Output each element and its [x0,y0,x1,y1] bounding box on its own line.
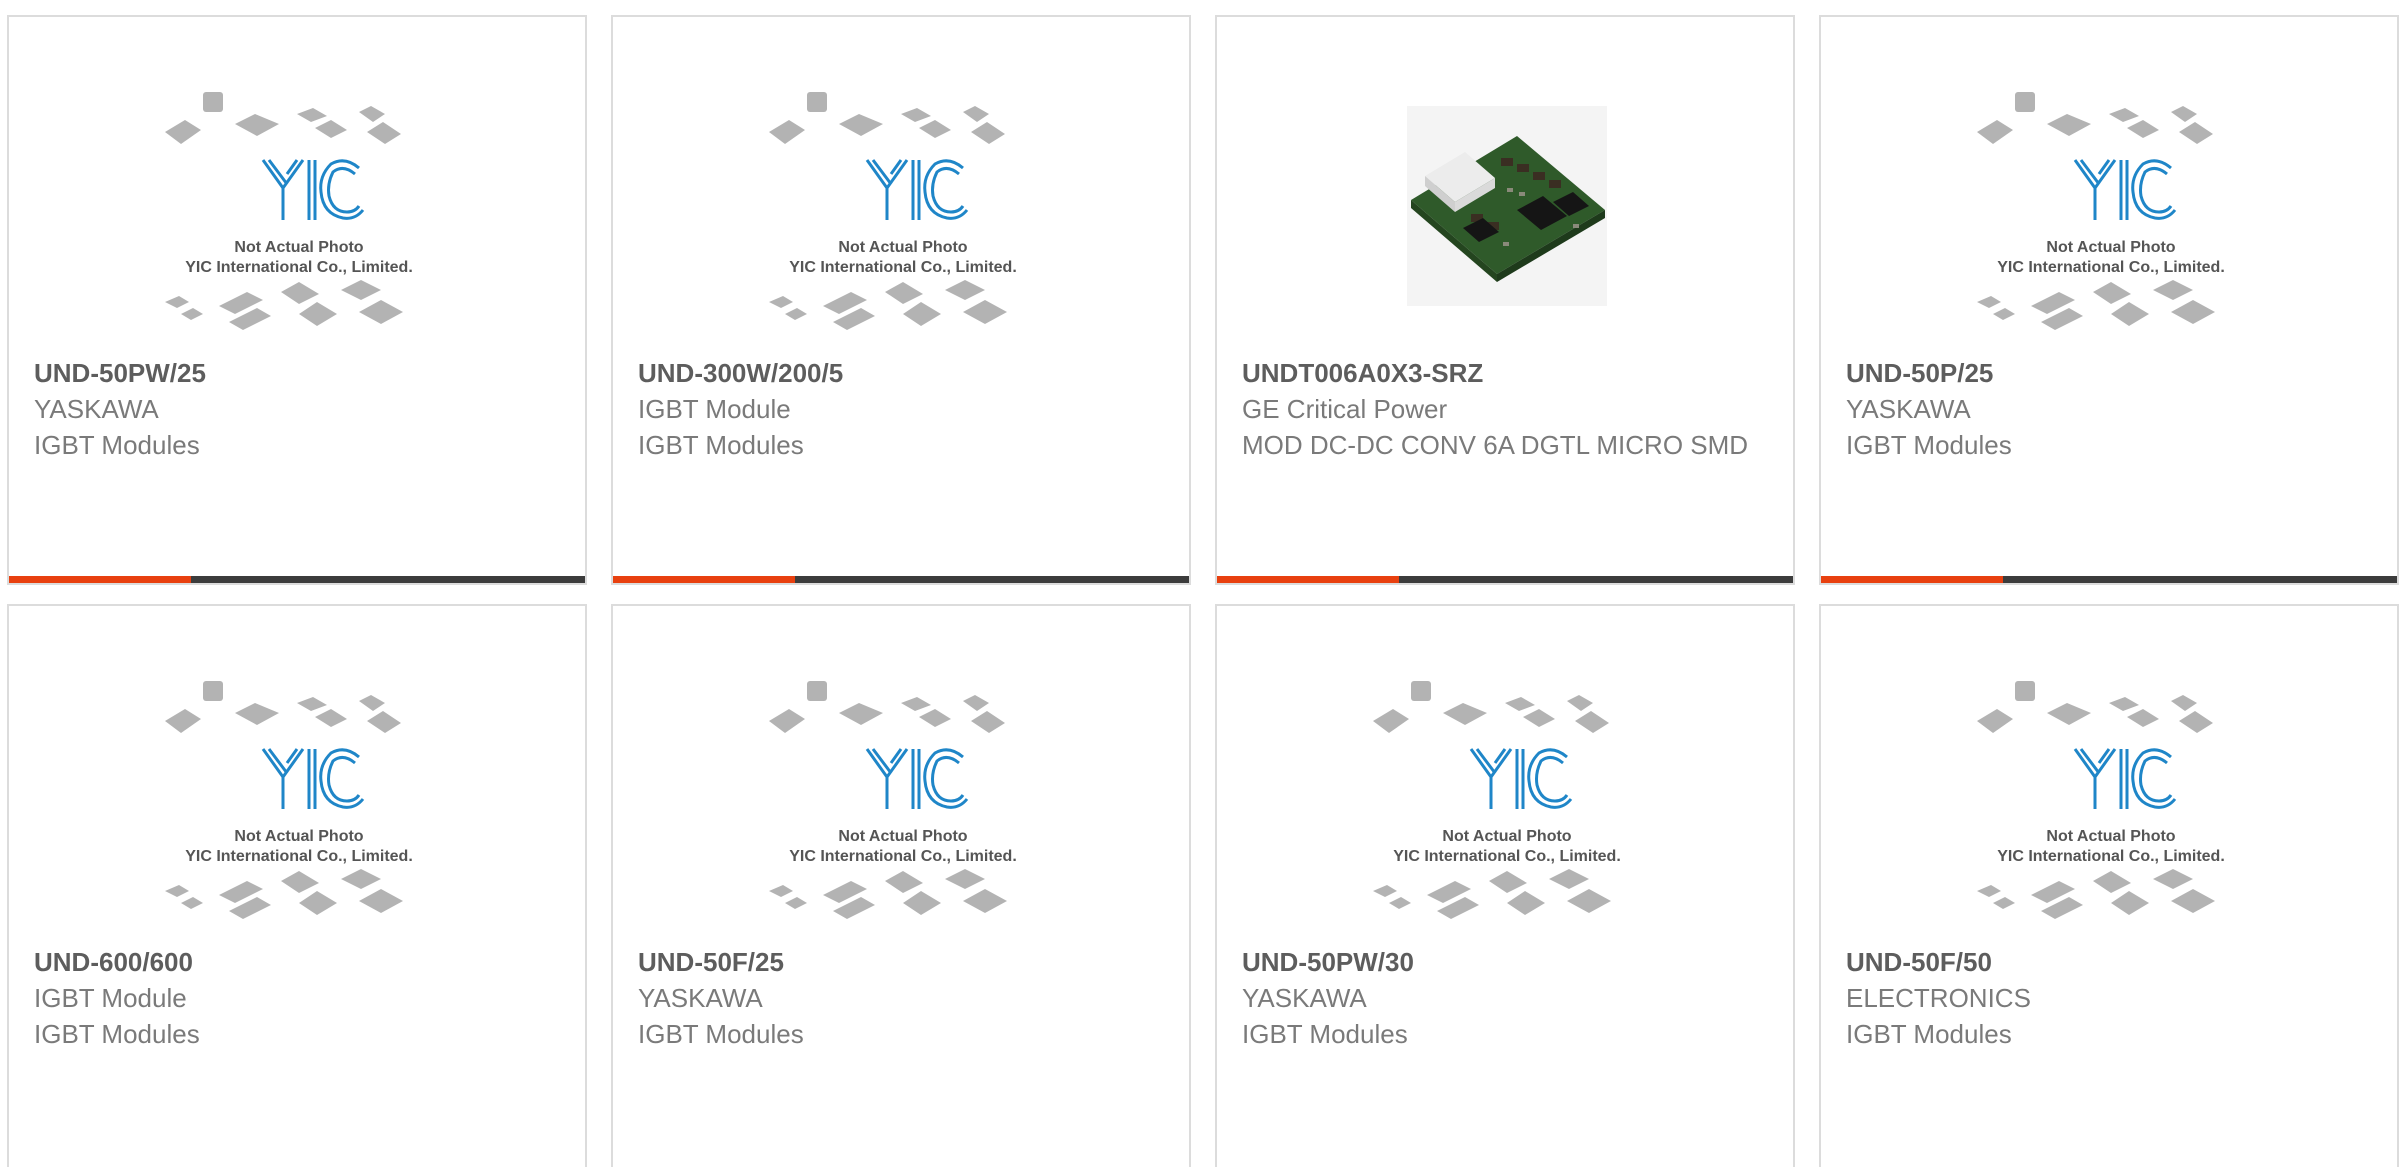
yic-placeholder-image: Not Actual Photo YIC International Co., … [1977,92,2225,330]
product-info: UND-50F/25 YASKAWA IGBT Modules [638,944,1169,1052]
placeholder-caption-line2: YIC International Co., Limited. [789,848,1017,865]
yic-placeholder-image: Not Actual Photo YIC International Co., … [769,92,1017,330]
product-image-placeholder[interactable]: Not Actual Photo YIC International Co., … [763,92,1043,332]
part-number-link[interactable]: UND-50P/25 [1846,355,2377,391]
placeholder-caption-line2: YIC International Co., Limited. [1393,848,1621,865]
description: IGBT Modules [638,430,804,460]
yic-placeholder-image: Not Actual Photo YIC International Co., … [165,92,413,330]
yic-placeholder-image: Not Actual Photo YIC International Co., … [1977,681,2225,919]
product-image-placeholder[interactable]: Not Actual Photo YIC International Co., … [159,681,439,921]
card-accent [613,576,795,583]
product-info: UND-50PW/30 YASKAWA IGBT Modules [1242,944,1773,1052]
part-number-link[interactable]: UND-50PW/25 [34,355,565,391]
product-info: UNDT006A0X3-SRZ GE Critical Power MOD DC… [1242,355,1773,463]
placeholder-caption-line1: Not Actual Photo [838,828,967,845]
product-info: UND-50PW/25 YASKAWA IGBT Modules [34,355,565,463]
product-image-placeholder[interactable]: Not Actual Photo YIC International Co., … [1971,681,2251,921]
product-image-placeholder[interactable]: Not Actual Photo YIC International Co., … [159,92,439,332]
description: IGBT Modules [34,430,200,460]
product-info: UND-50F/50 ELECTRONICS IGBT Modules [1846,944,2377,1052]
yic-placeholder-image: Not Actual Photo YIC International Co., … [769,681,1017,919]
manufacturer: GE Critical Power [1242,394,1448,424]
product-image[interactable] [1367,92,1647,332]
card-accent [1217,576,1399,583]
product-info: UND-300W/200/5 IGBT Module IGBT Modules [638,355,1169,463]
part-number-link[interactable]: UND-300W/200/5 [638,355,1169,391]
placeholder-caption-line2: YIC International Co., Limited. [185,259,413,276]
card-accent [1821,576,2003,583]
placeholder-caption-line1: Not Actual Photo [2046,828,2175,845]
part-number-link[interactable]: UNDT006A0X3-SRZ [1242,355,1773,391]
part-number-link[interactable]: UND-50F/25 [638,944,1169,980]
part-number-link[interactable]: UND-50PW/30 [1242,944,1773,980]
product-image-placeholder[interactable]: Not Actual Photo YIC International Co., … [763,681,1043,921]
card-bottom-bar [1821,576,2397,583]
manufacturer: YASKAWA [1242,983,1367,1013]
part-number-link[interactable]: UND-50F/50 [1846,944,2377,980]
card-bottom-bar [9,576,585,583]
placeholder-caption-line1: Not Actual Photo [838,239,967,256]
product-info: UND-50P/25 YASKAWA IGBT Modules [1846,355,2377,463]
placeholder-caption-line1: Not Actual Photo [2046,239,2175,256]
placeholder-caption-line2: YIC International Co., Limited. [1997,259,2225,276]
product-image-placeholder[interactable]: Not Actual Photo YIC International Co., … [1971,92,2251,332]
part-number-link[interactable]: UND-600/600 [34,944,565,980]
yic-placeholder-image: Not Actual Photo YIC International Co., … [165,681,413,919]
placeholder-caption-line2: YIC International Co., Limited. [185,848,413,865]
card-bottom-bar [613,576,1189,583]
product-card[interactable]: Not Actual Photo YIC International Co., … [611,604,1191,1167]
product-card[interactable]: UNDT006A0X3-SRZ GE Critical Power MOD DC… [1215,15,1795,585]
manufacturer: YASKAWA [638,983,763,1013]
description: IGBT Modules [1846,430,2012,460]
description: MOD DC-DC CONV 6A DGTL MICRO SMD [1242,430,1749,460]
product-card[interactable]: Not Actual Photo YIC International Co., … [1819,15,2399,585]
description: IGBT Modules [1846,1019,2012,1049]
product-card[interactable]: Not Actual Photo YIC International Co., … [611,15,1191,585]
product-info: UND-600/600 IGBT Module IGBT Modules [34,944,565,1052]
description: IGBT Modules [34,1019,200,1049]
manufacturer: ELECTRONICS [1846,983,2031,1013]
product-grid: Not Actual Photo YIC International Co., … [0,0,2400,1167]
product-card[interactable]: Not Actual Photo YIC International Co., … [7,15,587,585]
yic-placeholder-image: Not Actual Photo YIC International Co., … [1373,681,1621,919]
placeholder-caption-line2: YIC International Co., Limited. [1997,848,2225,865]
manufacturer: YASKAWA [34,394,159,424]
card-accent [9,576,191,583]
placeholder-caption-line1: Not Actual Photo [234,828,363,845]
placeholder-caption-line2: YIC International Co., Limited. [789,259,1017,276]
placeholder-caption-line1: Not Actual Photo [1442,828,1571,845]
manufacturer: YASKAWA [1846,394,1971,424]
description: IGBT Modules [638,1019,804,1049]
product-card[interactable]: Not Actual Photo YIC International Co., … [7,604,587,1167]
product-card[interactable]: Not Actual Photo YIC International Co., … [1215,604,1795,1167]
description: IGBT Modules [1242,1019,1408,1049]
manufacturer: IGBT Module [638,394,791,424]
card-bottom-bar [1217,576,1793,583]
product-image-placeholder[interactable]: Not Actual Photo YIC International Co., … [1367,681,1647,921]
product-card[interactable]: Not Actual Photo YIC International Co., … [1819,604,2399,1167]
dc-dc-module-photo [1407,106,1607,306]
placeholder-caption-line1: Not Actual Photo [234,239,363,256]
manufacturer: IGBT Module [34,983,187,1013]
